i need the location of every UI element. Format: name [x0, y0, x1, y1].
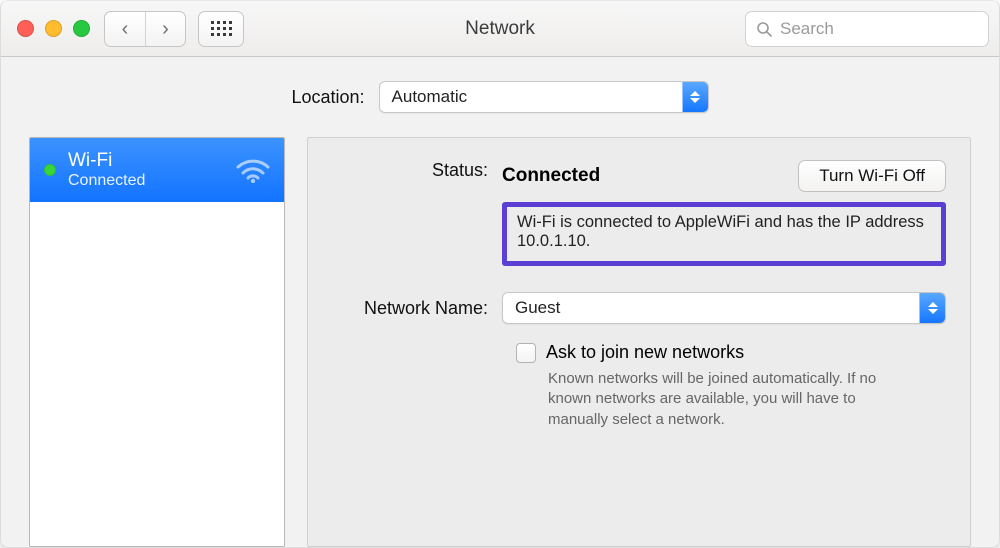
- location-label: Location:: [291, 87, 364, 108]
- network-name-value: Guest: [503, 298, 572, 318]
- status-row: Status: Connected Turn Wi-Fi Off Wi-Fi i…: [332, 160, 946, 266]
- status-value: Connected: [502, 165, 600, 187]
- detail-panel: Status: Connected Turn Wi-Fi Off Wi-Fi i…: [307, 137, 971, 547]
- sidebar-item-status: Connected: [68, 172, 145, 190]
- ask-to-join-label: Ask to join new networks: [546, 342, 744, 363]
- show-all-prefs-button[interactable]: [198, 11, 244, 47]
- search-input[interactable]: [778, 18, 978, 40]
- wifi-icon: [236, 157, 270, 183]
- location-dropdown[interactable]: Automatic: [379, 81, 709, 113]
- sidebar-item-name: Wi-Fi: [68, 150, 145, 172]
- location-row: Location: Automatic: [1, 57, 999, 137]
- grid-icon: [211, 21, 232, 36]
- traffic-lights: [17, 20, 90, 37]
- dropdown-arrows-icon: [682, 82, 708, 112]
- search-field[interactable]: [745, 11, 989, 47]
- ask-to-join-help: Known networks will be joined automatica…: [548, 369, 906, 430]
- ask-to-join-checkbox[interactable]: [516, 343, 536, 363]
- chevron-right-icon: ›: [162, 19, 169, 39]
- status-detail-highlight: Wi-Fi is connected to AppleWiFi and has …: [502, 202, 946, 266]
- zoom-window-button[interactable]: [73, 20, 90, 37]
- interface-sidebar: Wi-Fi Connected: [29, 137, 285, 547]
- network-name-dropdown[interactable]: Guest: [502, 292, 946, 324]
- network-name-row: Network Name: Guest: [332, 292, 946, 324]
- content-area: Wi-Fi Connected Status: Connected Turn W…: [1, 137, 999, 547]
- chevron-left-icon: ‹: [122, 19, 129, 39]
- nav-forward-button[interactable]: ›: [145, 12, 185, 46]
- turn-wifi-off-button[interactable]: Turn Wi-Fi Off: [798, 160, 946, 192]
- close-window-button[interactable]: [17, 20, 34, 37]
- dropdown-arrows-icon: [919, 293, 945, 323]
- location-value: Automatic: [380, 87, 480, 107]
- status-label: Status:: [332, 160, 502, 181]
- sidebar-item-wifi[interactable]: Wi-Fi Connected: [30, 138, 284, 202]
- titlebar: ‹ › Network: [1, 1, 999, 57]
- status-dot-icon: [44, 164, 56, 176]
- minimize-window-button[interactable]: [45, 20, 62, 37]
- network-prefs-window: ‹ › Network Location: Automatic: [0, 0, 1000, 548]
- status-detail-text: Wi-Fi is connected to AppleWiFi and has …: [517, 213, 924, 250]
- ask-to-join-row: Ask to join new networks: [516, 342, 946, 363]
- sidebar-item-texts: Wi-Fi Connected: [68, 150, 145, 190]
- nav-back-forward: ‹ ›: [104, 11, 186, 47]
- search-icon: [756, 21, 772, 37]
- network-name-label: Network Name:: [332, 298, 502, 319]
- nav-back-button[interactable]: ‹: [105, 12, 145, 46]
